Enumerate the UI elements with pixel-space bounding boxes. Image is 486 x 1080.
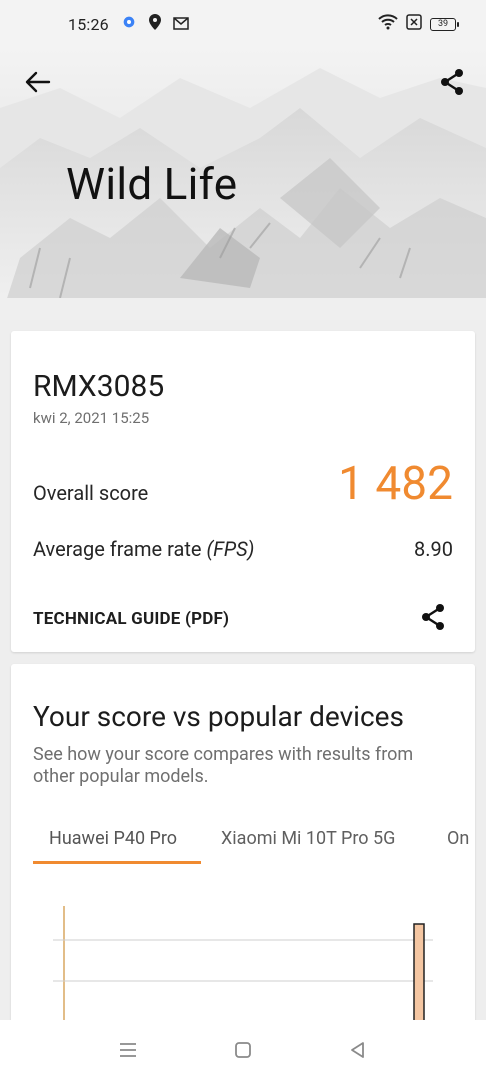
gmail-icon: [173, 15, 189, 34]
arrow-left-icon: [25, 71, 51, 93]
fps-unit: (FPS): [206, 537, 255, 561]
battery-icon: 39: [430, 17, 459, 31]
overall-score-value: 1 482: [338, 457, 453, 511]
tab-huawei-p40-pro[interactable]: Huawei P40 Pro: [33, 824, 201, 864]
location-icon: [148, 14, 161, 34]
share-icon: [422, 604, 444, 630]
menu-button[interactable]: [108, 1030, 148, 1070]
device-tabs: Huawei P40 Pro Xiaomi Mi 10T Pro 5G On: [33, 824, 475, 866]
back-button[interactable]: [22, 66, 54, 98]
compare-title: Your score vs popular devices: [33, 700, 404, 733]
fps-value: 8.90: [414, 537, 453, 561]
home-icon: [235, 1042, 251, 1058]
status-time: 15:26: [68, 14, 109, 34]
hero-header: Wild Life: [0, 48, 486, 320]
fps-label-text: Average frame rate: [33, 537, 202, 561]
overall-score-label: Overall score: [33, 481, 149, 505]
compare-card: Your score vs popular devices See how yo…: [11, 664, 475, 1080]
tab-more[interactable]: On: [431, 824, 475, 864]
tab-xiaomi-mi-10t-pro-5g[interactable]: Xiaomi Mi 10T Pro 5G: [205, 824, 411, 864]
nav-back-button[interactable]: [338, 1030, 378, 1070]
system-nav-bar: [0, 1020, 486, 1080]
result-date: kwi 2, 2021 15:25: [33, 409, 150, 427]
page-title: Wild Life: [66, 158, 238, 210]
menu-icon: [119, 1043, 136, 1057]
guide-share-button[interactable]: [417, 601, 449, 633]
back-icon: [351, 1042, 365, 1058]
settings-icon: [121, 14, 137, 34]
share-button[interactable]: [436, 66, 468, 98]
wifi-icon: [378, 14, 398, 34]
technical-guide-link[interactable]: TECHNICAL GUIDE (PDF): [33, 609, 229, 629]
device-name: RMX3085: [33, 369, 165, 404]
fps-label: Average frame rate (FPS): [33, 537, 254, 561]
status-bar: 15:26 39: [0, 0, 486, 48]
sim-icon: [406, 14, 422, 34]
share-icon: [441, 69, 463, 95]
compare-description: See how your score compares with results…: [33, 744, 414, 787]
result-card: RMX3085 kwi 2, 2021 15:25 Overall score …: [11, 331, 475, 652]
home-button[interactable]: [223, 1030, 263, 1070]
